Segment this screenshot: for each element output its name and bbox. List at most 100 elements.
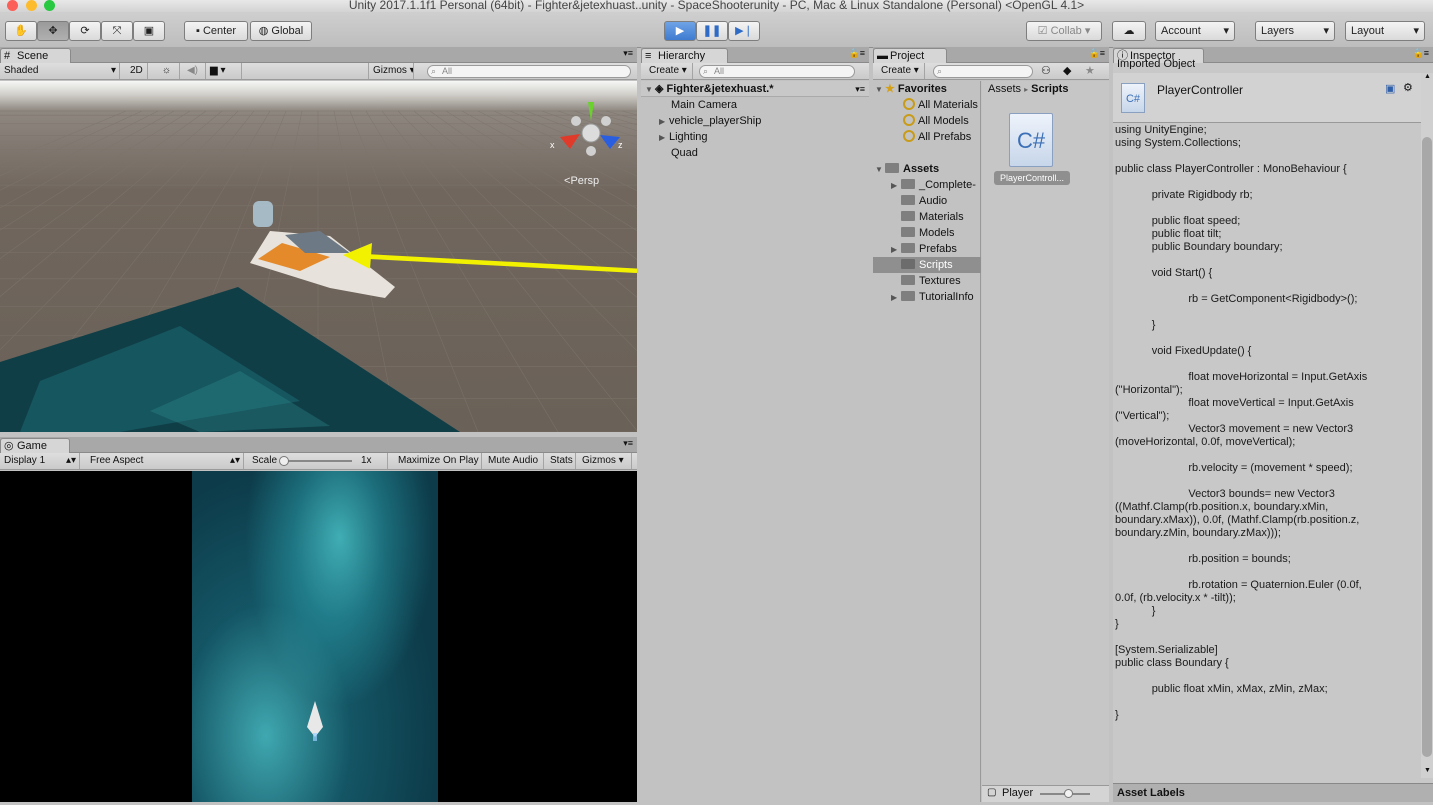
hierarchy-item-vehicle-playership[interactable]: ▶ vehicle_playerShip [659,113,761,129]
hierarchy-search-input[interactable]: ⌕ All [699,65,855,78]
persp-label[interactable]: <Persp [564,175,599,187]
favorite-star-icon[interactable]: ★ [1085,64,1095,77]
folder-audio[interactable]: Audio [901,193,947,209]
settings-gear-icon[interactable]: ⚙ [1403,81,1413,94]
close-window-icon[interactable] [7,0,18,11]
folder-complete[interactable]: ▶ _Complete- [891,177,981,193]
rect-tool-button[interactable]: ▣ [133,21,165,41]
favorite-all-materials[interactable]: All Materials [903,97,978,113]
zoom-window-icon[interactable] [44,0,55,11]
scroll-up-icon[interactable]: ▲ [1424,73,1431,80]
hierarchy-item-lighting[interactable]: ▶ Lighting [659,129,708,145]
hierarchy-item-quad[interactable]: Quad [671,145,698,161]
audio-toggle[interactable]: ◀) [180,63,206,79]
inspector-scrollbar[interactable]: ▲ ▼ [1421,73,1433,778]
2d-toggle[interactable]: 2D [126,63,148,79]
script-asset-label: PlayerControll... [994,171,1070,185]
folder-models[interactable]: Models [901,225,954,241]
script-code-text: using UnityEngine; using System.Collecti… [1115,124,1368,721]
mute-audio-toggle[interactable]: Mute Audio [484,453,544,469]
scale-thumb[interactable] [279,456,289,466]
folder-materials[interactable]: Materials [901,209,964,225]
game-tabbar: ◎ Game ▾≡ [0,437,637,453]
scene-viewport[interactable]: x z <Persp [0,81,637,432]
tab-game[interactable]: ◎ Game [0,438,70,453]
scene-root-row[interactable]: ▼ ◈ Fighter&jetexhuast.* ▾≡ [641,81,869,97]
favorites-row[interactable]: ▼ ★ Favorites [875,81,947,97]
expand-arrow-icon[interactable]: ▶ [891,178,901,193]
project-search-input[interactable]: ⌕ [933,65,1033,78]
csharp-script-icon: C# [1121,83,1145,113]
favorite-all-models[interactable]: All Models [903,113,969,129]
folder-tutorialinfo[interactable]: ▶ TutorialInfo [891,289,981,305]
project-create-dropdown[interactable]: Create ▾ [877,63,925,79]
expand-arrow-icon[interactable]: ▶ [659,130,669,145]
tab-hierarchy[interactable]: ≡ Hierarchy [641,48,729,63]
layout-dropdown[interactable]: Layout ▾ [1345,21,1425,41]
minimize-window-icon[interactable] [26,0,37,11]
pivot-global-button[interactable]: ◍ Global [250,21,312,41]
panel-menu-icon[interactable]: ▾≡ [623,438,633,449]
tab-project[interactable]: ▬ Project [873,48,948,63]
display-dropdown[interactable]: Display 1 ▴▾ [0,453,80,469]
breadcrumb-scripts[interactable]: Scripts [1031,83,1068,95]
game-gizmos-dropdown[interactable]: Gizmos ▾ [578,453,632,469]
inspector-header-cut: Imported Object [1117,59,1196,69]
account-dropdown[interactable]: Account ▾ [1155,21,1235,41]
scroll-down-icon[interactable]: ▼ [1424,767,1431,774]
effects-dropdown[interactable]: ▆ ▾ [206,63,242,79]
folder-tab-icon: ▬ [877,50,888,62]
expand-arrow-icon[interactable]: ▶ [891,242,901,257]
lighting-toggle[interactable]: ☼ [154,63,180,79]
step-button[interactable]: ▶❘ [728,21,760,41]
stats-toggle[interactable]: Stats [546,453,576,469]
scale-track [280,460,352,462]
panel-menu-icon[interactable]: 🔒≡ [849,48,865,59]
scale-slider[interactable]: Scale 1x [248,453,388,469]
inspector-scroll-thumb[interactable] [1422,137,1432,757]
move-tool-button[interactable]: ✥ [37,21,69,41]
play-button[interactable]: ▶ [664,21,696,41]
pause-button[interactable]: ❚❚ [696,21,728,41]
folder-icon [901,227,915,237]
panel-menu-icon[interactable]: ▾≡ [623,48,633,59]
hand-tool-button[interactable]: ✋ [5,21,37,41]
filter-label-icon[interactable]: ◆ [1063,64,1071,77]
collab-button[interactable]: ☑ Collab ▾ [1026,21,1102,41]
cloud-button[interactable]: ☁ [1112,21,1146,41]
panel-menu-icon[interactable]: 🔒≡ [1413,48,1429,59]
expand-arrow-icon[interactable]: ▶ [659,114,669,129]
hierarchy-item-main-camera[interactable]: Main Camera [671,97,737,113]
icon-size-slider[interactable] [1064,789,1073,798]
game-view[interactable] [0,471,637,802]
pivot-center-button[interactable]: ▪ Center [184,21,248,41]
tab-scene[interactable]: # Scene [0,48,72,63]
search-icon: ⌕ [937,66,943,76]
window-title-bar: Unity 2017.1.1f1 Personal (64bit) - Figh… [0,0,1433,12]
rotate-tool-button[interactable]: ⟳ [69,21,101,41]
breadcrumb-assets[interactable]: Assets [988,83,1021,95]
filter-type-icon[interactable]: ⚇ [1041,64,1051,77]
folder-textures[interactable]: Textures [901,273,961,289]
panel-menu-icon[interactable]: 🔒≡ [1089,48,1105,59]
speaker-icon: ◀) [186,65,199,76]
shading-mode-dropdown[interactable]: Shaded ▾ [0,63,120,79]
scene-menu-icon[interactable]: ▾≡ [855,81,865,96]
scene-toolbar: Shaded ▾ 2D ☼ ◀) ▆ ▾ Gizmos ▾ ⌕ All [0,63,637,80]
aspect-dropdown[interactable]: Free Aspect ▴▾ [86,453,244,469]
layers-dropdown[interactable]: Layers ▾ [1255,21,1335,41]
scale-tool-button[interactable]: ⤧ [101,21,133,41]
scene-gizmos-dropdown[interactable]: Gizmos ▾ [368,63,414,79]
asset-labels-bar[interactable]: Asset Labels [1113,783,1433,802]
assets-root-row[interactable]: ▼ Assets [875,161,939,177]
folder-prefabs[interactable]: ▶ Prefabs [891,241,957,257]
favorite-all-prefabs[interactable]: All Prefabs [903,129,971,145]
folder-scripts[interactable]: Scripts [873,257,981,273]
help-book-icon[interactable]: ▣ [1385,82,1395,95]
maximize-on-play-toggle[interactable]: Maximize On Play [394,453,482,469]
inspector-title: PlayerController [1157,83,1244,97]
script-asset-playercontroller[interactable]: C# PlayerControll... [994,107,1070,187]
scene-search-input[interactable]: ⌕ All [427,65,631,78]
expand-arrow-icon[interactable]: ▶ [891,290,901,305]
hierarchy-create-dropdown[interactable]: Create ▾ [645,63,693,79]
